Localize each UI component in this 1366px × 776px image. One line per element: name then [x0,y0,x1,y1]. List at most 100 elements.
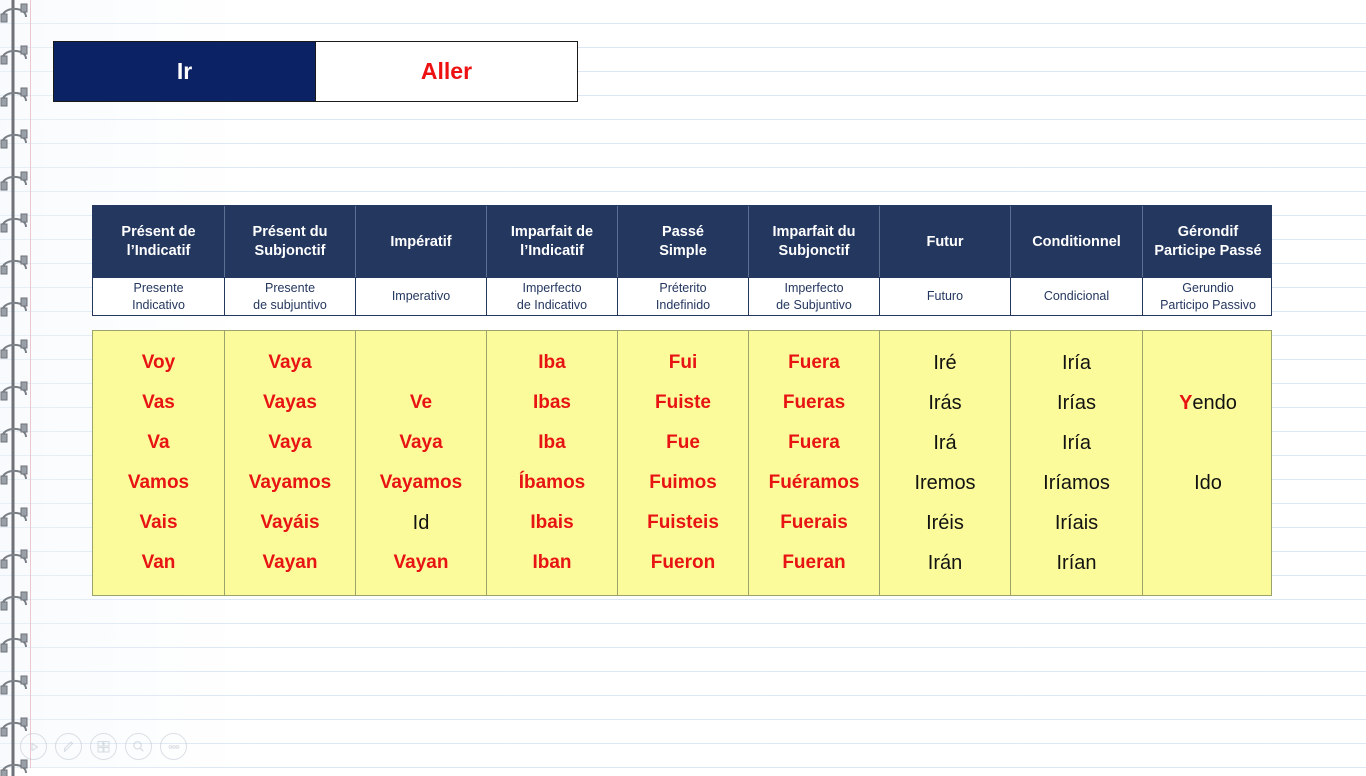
conjugation-cell: Iréis [926,512,964,534]
conjugation-cell: Fuera [788,352,840,373]
conjugation-cell-empty [1145,343,1271,383]
conjugation-cell: Ibais [530,512,574,533]
conjugation-cell: Iríais [1054,512,1099,534]
conjugation-cell: Fue [666,432,700,453]
header-es-line2: de subjuntivo [253,297,327,312]
header-es-line1: Gerundio [1182,280,1234,295]
conjugation-cell: Fueran [782,552,846,573]
table-header-spanish-cell: Futuro [880,278,1011,315]
conjugation-cell: Fueras [782,392,846,413]
conjugation-column: Ve Vaya Vayamos Id Vayan [356,331,487,595]
conjugation-cell: Iría [1062,432,1091,454]
conjugation-cell: Voy [141,352,176,373]
play-icon[interactable] [20,733,47,760]
conjugation-column: Fuera Fueras Fuera Fuéramos Fuerais Fueran [749,331,880,595]
conjugation-cell: Iré [933,352,957,374]
presentation-toolbar [20,733,187,760]
conjugation-cell-empty [1145,423,1271,463]
header-es-line2: Participo Passivo [1160,297,1256,312]
spiral-binding [0,0,28,776]
table-header-spanish-cell: Condicional [1011,278,1143,315]
conjugation-table: Présent de l’Indicatif Présent du Subjoncti… [92,205,1272,596]
header-fr-line2: Simple [659,243,707,259]
header-fr-line1: Futur [926,233,964,250]
header-fr-line1: Gérondif [1177,224,1239,241]
conjugation-cell: Vayas [263,392,317,413]
conjugation-column: Iría Irías Iría Iríamos Iríais Irían [1011,331,1143,595]
header-es-line1: Préterito [659,280,707,295]
conjugation-cell: Ve [409,392,433,413]
conjugation-cell: Fui [668,352,698,373]
verb-title-tabs: Ir Aller [53,41,578,102]
conjugation-cell: Irás [928,392,962,414]
conjugation-column: Yendo Ido [1143,331,1273,595]
pen-icon[interactable] [55,733,82,760]
conjugation-column: Iba Ibas Iba Íbamos Ibais Iban [487,331,618,595]
header-es-line2: de Indicativo [516,297,588,312]
slides-icon[interactable] [90,733,117,760]
title-tab-spanish[interactable]: Ir [53,41,315,102]
header-fr-line2: Subjonctif [778,243,850,259]
conjugation-cell: Vamos [127,472,190,493]
zoom-icon[interactable] [125,733,152,760]
conjugation-cell: Iría [1062,352,1091,374]
conjugation-cell: Iremos [914,472,976,494]
header-fr-line1: Passé [662,224,704,241]
conjugation-column: Iré Irás Irá Iremos Iréis Irán [880,331,1011,595]
header-fr-line2: Participe Passé [1154,243,1262,259]
table-header-french-cell: Passé Simple [618,206,749,277]
table-header-french-cell: Imparfait du Subjonctif [749,206,880,277]
table-header-spanish-cell: Imperativo [356,278,487,315]
header-es-line1: Futuro [926,289,964,304]
header-fr-line2: Subjonctif [254,243,326,259]
header-fr-line1: Impératif [390,233,452,250]
conjugation-column: Voy Vas Va Vamos Vais Van [93,331,225,595]
conjugation-cell: Vaya [399,432,443,453]
table-header-french-cell: Gérondif Participe Passé [1143,206,1273,277]
conjugation-cell: Iban [532,552,572,573]
conjugation-cell-empty [1145,503,1271,543]
table-header-spanish-cell: Imperfecto de Subjuntivo [749,278,880,315]
conjugation-cell: Vaya [268,432,312,453]
conjugation-cell: Iba [538,432,566,453]
conjugation-cell: Fuiste [655,392,711,413]
table-header-spanish-cell: Presente Indicativo [93,278,225,315]
table-header-spanish-row: Presente Indicativo Presente de subjuntivo I… [92,278,1272,316]
header-es-line1: Imperfecto [522,280,582,295]
header-es-line2: Indicativo [132,297,185,312]
table-header-spanish-cell: Gerundio Participo Passivo [1143,278,1273,315]
table-header-french-cell: Présent de l’Indicatif [93,206,225,277]
conjugation-cell: Irías [1057,392,1096,414]
table-header-spanish-cell: Préterito Indefinido [618,278,749,315]
conjugation-cell: Irían [1056,552,1097,574]
table-header-french-cell: Conditionnel [1011,206,1143,277]
conjugation-cell: Van [141,552,176,573]
conjugation-cell: Vaya [268,352,312,373]
conjugation-cell: Va [147,432,170,453]
table-header-french-cell: Futur [880,206,1011,277]
header-fr-line1: Présent de [121,224,196,241]
title-tab-french[interactable]: Aller [315,41,578,102]
conjugation-cell: Iba [538,352,566,373]
table-header-french-cell: Impératif [356,206,487,277]
conjugation-cell: Fuéramos [768,472,860,493]
conjugation-cell: Fuera [788,432,840,453]
header-fr-line2: l’Indicatif [126,243,191,259]
table-header-spanish-cell: Presente de subjuntivo [225,278,356,315]
more-options-icon[interactable] [160,733,187,760]
header-fr-line1: Conditionnel [1032,233,1121,250]
conjugation-body: Voy Vas Va Vamos Vais Van Vaya Vayas Vaya Vayamos… [92,330,1272,596]
header-fr-line1: Présent du [252,224,328,241]
conjugation-cell: Iríamos [1043,472,1110,494]
conjugation-cell: Fueron [650,552,716,573]
conjugation-cell: Vayáis [260,512,320,533]
header-fr-line2: l’Indicatif [520,243,584,259]
conjugation-cell: Vayamos [248,472,332,493]
header-es-line1: Presente [133,280,184,295]
conjugation-cell-empty [1145,543,1271,583]
conjugation-cell: Íbamos [518,472,586,493]
conjugation-cell: Fuimos [649,472,717,493]
table-header-french-row: Présent de l’Indicatif Présent du Subjoncti… [92,205,1272,278]
header-fr-line1: Imparfait du [772,224,856,241]
conjugation-cell: Fuisteis [647,512,719,533]
